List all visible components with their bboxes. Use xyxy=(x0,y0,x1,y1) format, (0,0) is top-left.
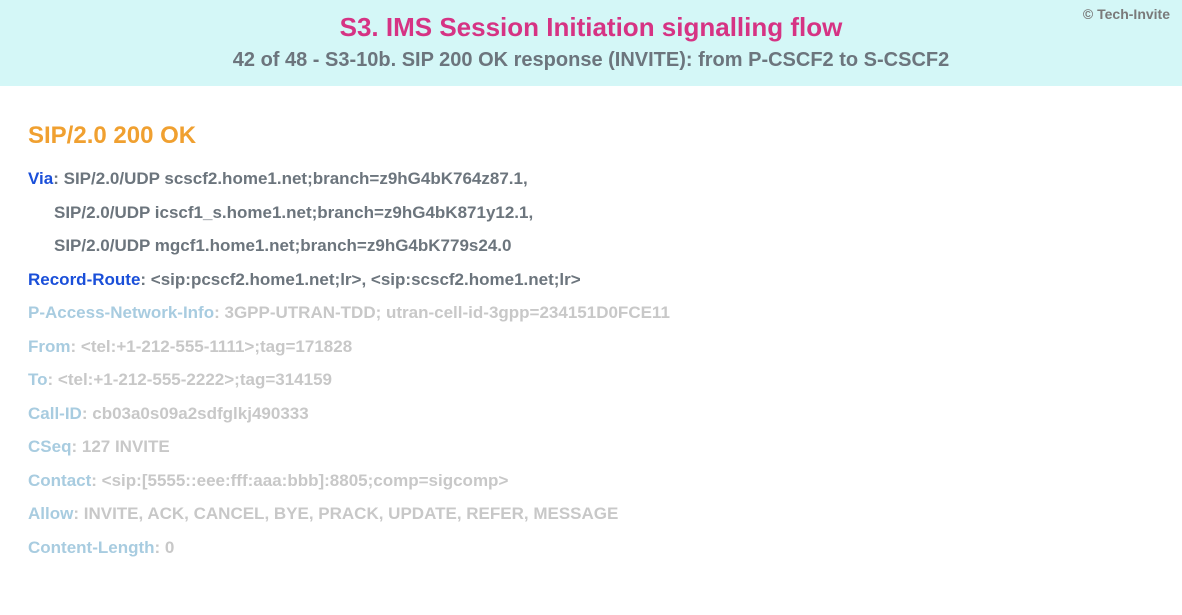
header-value-pani: 3GPP-UTRAN-TDD; utran-cell-id-3gpp=23415… xyxy=(225,303,670,322)
header-value-contact: <sip:[5555::eee:fff:aaa:bbb]:8805;comp=s… xyxy=(102,471,509,490)
sip-header-via: Via: SIP/2.0/UDP scscf2.home1.net;branch… xyxy=(28,166,1154,192)
header-name-pani: P-Access-Network-Info xyxy=(28,303,214,322)
header-value-via-3: SIP/2.0/UDP mgcf1.home1.net;branch=z9hG4… xyxy=(54,236,511,255)
header-value-from: <tel:+1-212-555-1111>;tag=171828 xyxy=(81,337,352,356)
header-name-call-id: Call-ID xyxy=(28,404,82,423)
header-value-via-1: SIP/2.0/UDP scscf2.home1.net;branch=z9hG… xyxy=(64,169,528,188)
page-subtitle: 42 of 48 - S3-10b. SIP 200 OK response (… xyxy=(20,49,1162,72)
header-value-cseq: 127 INVITE xyxy=(82,437,170,456)
header-banner: © Tech-Invite S3. IMS Session Initiation… xyxy=(0,0,1182,86)
sip-header-from: From: <tel:+1-212-555-1111>;tag=171828 xyxy=(28,334,1154,360)
header-value-to: <tel:+1-212-555-2222>;tag=314159 xyxy=(58,370,332,389)
header-value-content-length: 0 xyxy=(165,538,174,557)
sip-header-to: To: <tel:+1-212-555-2222>;tag=314159 xyxy=(28,367,1154,393)
sip-header-content-length: Content-Length: 0 xyxy=(28,535,1154,561)
header-name-allow: Allow xyxy=(28,504,73,523)
page-title: S3. IMS Session Initiation signalling fl… xyxy=(20,12,1162,43)
header-value-allow: INVITE, ACK, CANCEL, BYE, PRACK, UPDATE,… xyxy=(84,504,619,523)
header-value-via-2: SIP/2.0/UDP icscf1_s.home1.net;branch=z9… xyxy=(54,203,533,222)
sip-header-call-id: Call-ID: cb03a0s09a2sdfglkj490333 xyxy=(28,401,1154,427)
sip-header-allow: Allow: INVITE, ACK, CANCEL, BYE, PRACK, … xyxy=(28,501,1154,527)
sip-content: SIP/2.0 200 OK Via: SIP/2.0/UDP scscf2.h… xyxy=(0,86,1182,588)
header-name-to: To xyxy=(28,370,48,389)
copyright-text: © Tech-Invite xyxy=(1083,6,1170,22)
header-name-contact: Contact xyxy=(28,471,91,490)
header-name-via: Via xyxy=(28,169,53,188)
header-name-content-length: Content-Length xyxy=(28,538,155,557)
sip-header-record-route: Record-Route: <sip:pcscf2.home1.net;lr>,… xyxy=(28,267,1154,293)
sip-header-via-cont: SIP/2.0/UDP icscf1_s.home1.net;branch=z9… xyxy=(28,200,1154,226)
sip-status-line: SIP/2.0 200 OK xyxy=(28,122,1154,150)
header-name-record-route: Record-Route xyxy=(28,270,140,289)
header-name-cseq: CSeq xyxy=(28,437,71,456)
sip-header-contact: Contact: <sip:[5555::eee:fff:aaa:bbb]:88… xyxy=(28,468,1154,494)
header-value-record-route: <sip:pcscf2.home1.net;lr>, <sip:scscf2.h… xyxy=(151,270,581,289)
header-value-call-id: cb03a0s09a2sdfglkj490333 xyxy=(92,404,308,423)
sip-header-via-cont: SIP/2.0/UDP mgcf1.home1.net;branch=z9hG4… xyxy=(28,233,1154,259)
header-name-from: From xyxy=(28,337,71,356)
sip-header-pani: P-Access-Network-Info: 3GPP-UTRAN-TDD; u… xyxy=(28,300,1154,326)
sip-header-cseq: CSeq: 127 INVITE xyxy=(28,434,1154,460)
